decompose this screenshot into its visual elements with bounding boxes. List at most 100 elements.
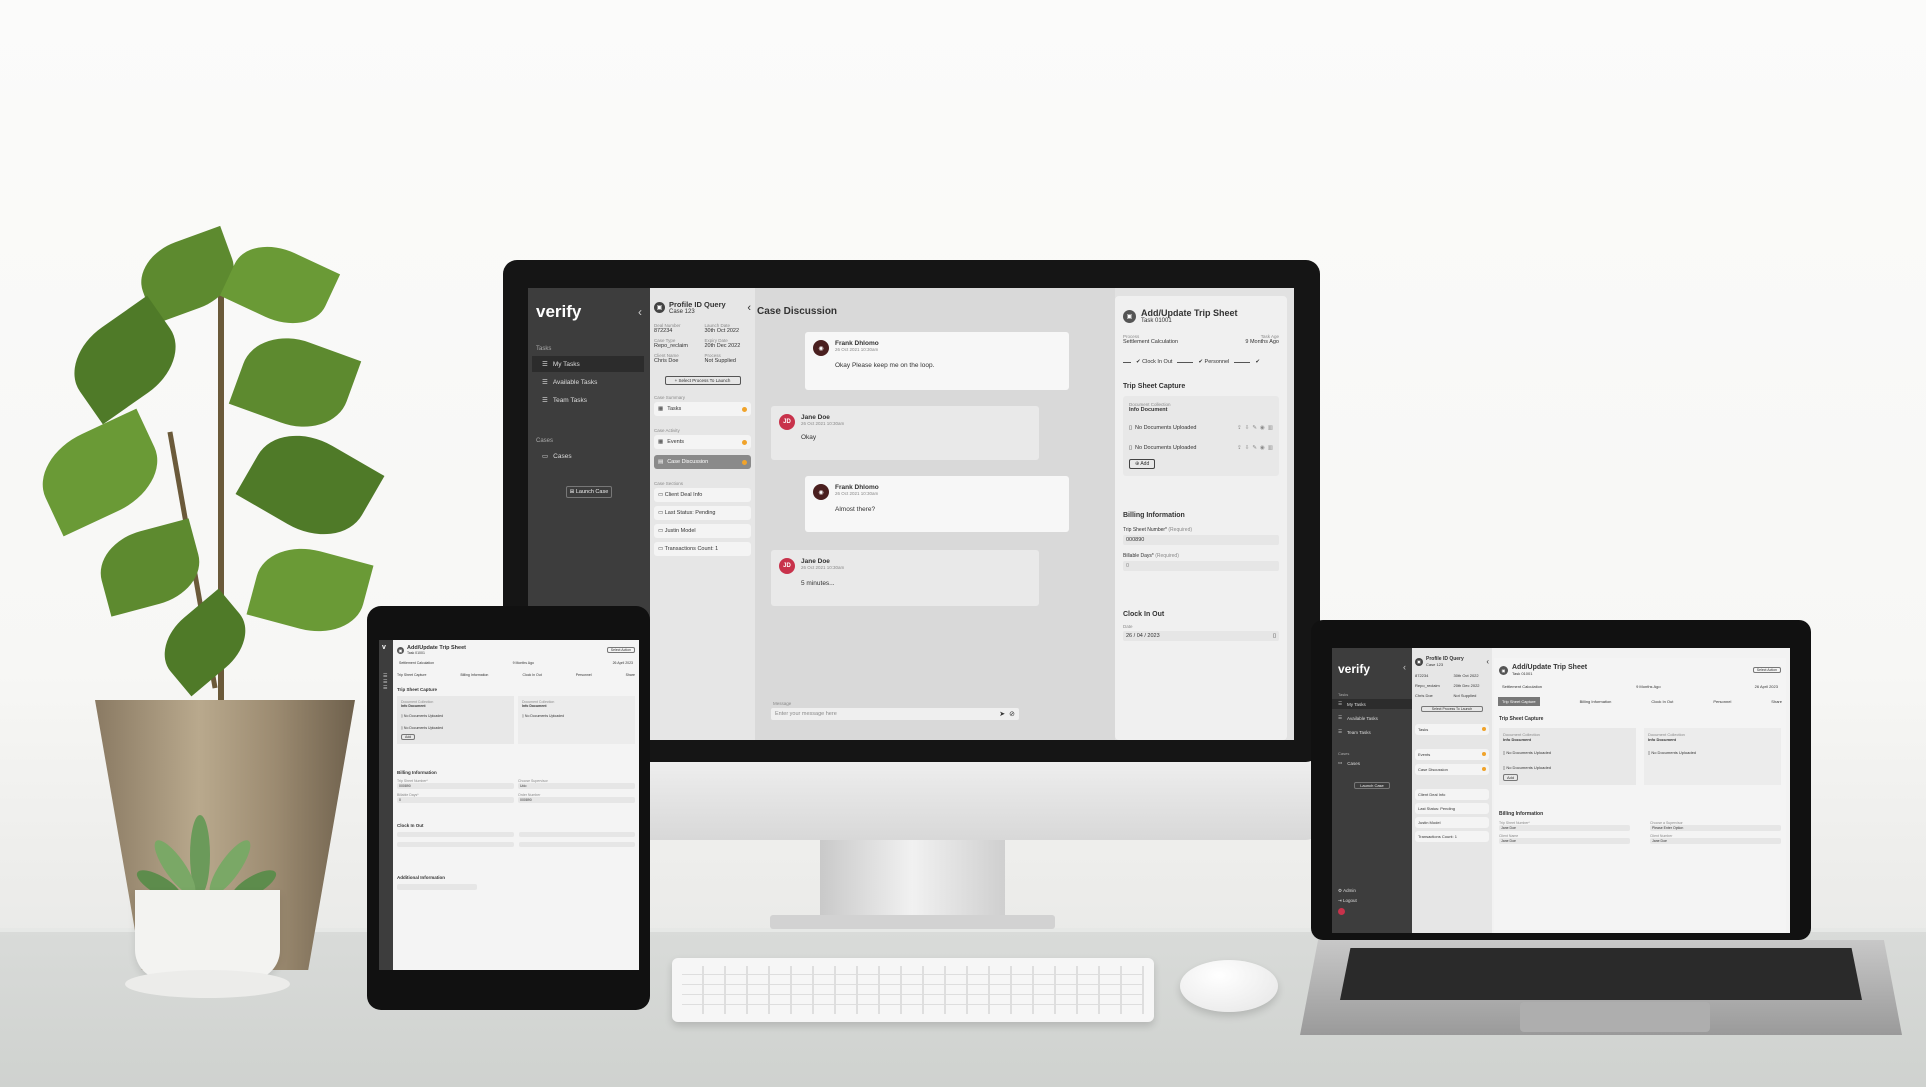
step[interactable]: Clock In Out [1651,699,1673,704]
section-item[interactable]: ▭ Justin Model [654,524,751,538]
step-clock-in-out[interactable]: ✔ Clock In Out [1136,359,1172,365]
folder-icon: ▭ [658,492,664,498]
billing-field[interactable]: Client Number Jane Doe [1650,834,1781,844]
download-icon[interactable]: ⇩ [1245,425,1250,431]
nav-item-cases[interactable]: ▭ Cases [1332,758,1412,768]
billing-field[interactable]: Client Name Jane Doe [1499,834,1630,844]
launch-case-button[interactable]: ⊞ Launch Case [566,486,612,498]
launch-case-button[interactable]: Launch Case [1354,782,1390,789]
status-dot [742,459,747,465]
step[interactable]: Billing Information [461,673,489,677]
user-avatar[interactable] [1338,908,1345,915]
billing-field[interactable]: Choose a Supervisor Please Enter Option [1650,821,1781,831]
section-label: Case Sections [654,481,684,486]
trip-sheet-number-input[interactable]: 000890 [1123,535,1279,545]
activity-item-case-discussion[interactable]: Case Discussion [1415,764,1489,775]
add-document-button[interactable]: ⊕ Add [1129,459,1156,469]
activity-item-events[interactable]: Events [1415,749,1489,760]
tablet-stepper: Trip Sheet Capture Billing Information C… [393,665,639,677]
status-dot [742,406,747,412]
add-icon: ⊕ [1135,461,1140,467]
step[interactable]: Share [1771,699,1782,704]
step[interactable]: Clock In Out [522,673,541,677]
nav-item-cases[interactable]: ▭ Cases [532,448,644,464]
step-active[interactable]: Trip Sheet Capture [1498,697,1540,706]
section-item[interactable]: ▭ Last Status: Pending [654,506,751,520]
section-item[interactable]: Last Status: Pending [1415,803,1489,814]
nav-item-available-tasks[interactable]: ☰ Available Tasks [532,374,644,390]
step[interactable]: Personnel [1713,699,1731,704]
select-process-button[interactable]: Select Process To Launch [1421,706,1483,712]
send-icon[interactable]: ➤ [999,710,1005,718]
case-icon: ▣ [654,302,665,313]
billable-days-input[interactable]: 0 [1123,561,1279,571]
date-input[interactable] [397,832,514,837]
step[interactable]: Share [626,673,635,677]
step[interactable]: Trip Sheet Capture [397,673,426,677]
activity-item-case-discussion[interactable]: ▤ Case Discussion [654,455,751,469]
billing-field[interactable]: Choose Supervisor Udo [518,779,635,789]
step-personnel[interactable]: ✔ Personnel [1198,359,1229,365]
document-row: ▯ No Documents Uploaded [1648,750,1697,755]
select-action-button[interactable]: Select Action [606,647,635,653]
nav-item-my-tasks[interactable]: ☰ My Tasks [532,356,644,372]
nav-icon[interactable]: ☰ ☰ ☰ [379,651,393,691]
billing-field[interactable]: Trip Sheet Number* 000890 [397,779,514,789]
case-panel: ▣ Profile ID Query Case 123 ‹ Deal Numbe… [650,288,755,740]
billing-field[interactable]: Trip Sheet Number* Jane Doe [1499,821,1630,831]
billing-field[interactable]: Order Number 000890 [518,793,635,803]
nav-item-available-tasks[interactable]: ☰ Available Tasks [1332,713,1412,723]
back-chevron-icon[interactable]: ‹ [747,302,751,314]
laptop-trip-panel: ▣ Add/Update Trip Sheet Task 01001 Select… [1494,658,1786,933]
billing-field[interactable]: Billable Days* 0 [397,793,514,803]
succulent-pot [135,890,280,980]
document-icon: ▯ [401,726,403,730]
section-item[interactable]: Justin Model [1415,817,1489,828]
download-icon[interactable]: ⇩ [1245,445,1250,451]
status-dot [1482,727,1486,731]
nav-item-team-tasks[interactable]: ☰ Team Tasks [1332,727,1412,737]
time-input[interactable] [518,842,635,847]
nav-item-logout[interactable]: ⇥ Logout [1338,898,1357,904]
nav-item-admin[interactable]: ⚙ Admin [1338,888,1357,894]
trip-sheet-icon: ▣ [1123,309,1136,323]
upload-icon[interactable]: ⇪ [1237,425,1242,431]
laptop-stepper: Trip Sheet Capture Billing Information C… [1494,689,1786,706]
collapse-chevron-icon[interactable]: ‹ [638,305,642,319]
view-icon[interactable]: ◉ [1260,425,1265,431]
avatar: JD [779,414,795,430]
section-item[interactable]: ▭ Transactions Count: 1 [654,542,751,556]
date-input[interactable] [518,832,635,837]
summary-item-tasks[interactable]: Tasks [1415,724,1489,735]
section-item[interactable]: Client Deal Info [1415,789,1489,800]
nav-item-team-tasks[interactable]: ☰ Team Tasks [532,392,644,408]
collapse-chevron-icon[interactable]: ‹ [1403,662,1406,676]
summary-item-tasks[interactable]: ▦ Tasks [654,402,751,416]
step[interactable]: Personnel [576,673,592,677]
delete-icon[interactable]: ▥ [1268,445,1273,451]
message-input[interactable]: Enter your message here ➤ ⊘ [771,708,1019,720]
select-action-button[interactable]: Select Action [1752,667,1781,673]
select-process-button[interactable]: + Select Process To Launch [664,376,741,385]
delete-icon[interactable]: ▥ [1268,425,1273,431]
laptop-sidebar: verify ‹ Tasks ☰ My Tasks ☰ Available Task… [1332,648,1412,933]
app-logo: verify [1338,662,1371,676]
folder-icon: ▭ [658,528,664,534]
back-chevron-icon[interactable]: ‹ [1486,657,1489,666]
add-document-button[interactable]: Add [401,734,416,740]
attach-icon[interactable]: ⊘ [1009,710,1015,718]
section-item[interactable]: Transactions Count: 1 [1415,831,1489,842]
date-input[interactable]: 26 / 04 / 2023 ▯ [1123,631,1279,641]
message-bubble: JD Jane Doe 26 Oct 2021 10:30am Okay [771,406,1039,460]
step[interactable]: Billing Information [1580,699,1612,704]
add-document-button[interactable]: Add [1503,774,1519,781]
edit-icon[interactable]: ✎ [1252,445,1257,451]
nav-item-my-tasks[interactable]: ☰ My Tasks [1332,699,1412,709]
section-item[interactable]: ▭ Client Deal Info [654,488,751,502]
activity-item-events[interactable]: ▦ Events [654,435,751,449]
edit-icon[interactable]: ✎ [1252,425,1257,431]
view-icon[interactable]: ◉ [1260,445,1265,451]
time-input[interactable] [397,842,514,847]
upload-icon[interactable]: ⇪ [1237,445,1242,451]
additional-info-input[interactable] [397,884,477,890]
